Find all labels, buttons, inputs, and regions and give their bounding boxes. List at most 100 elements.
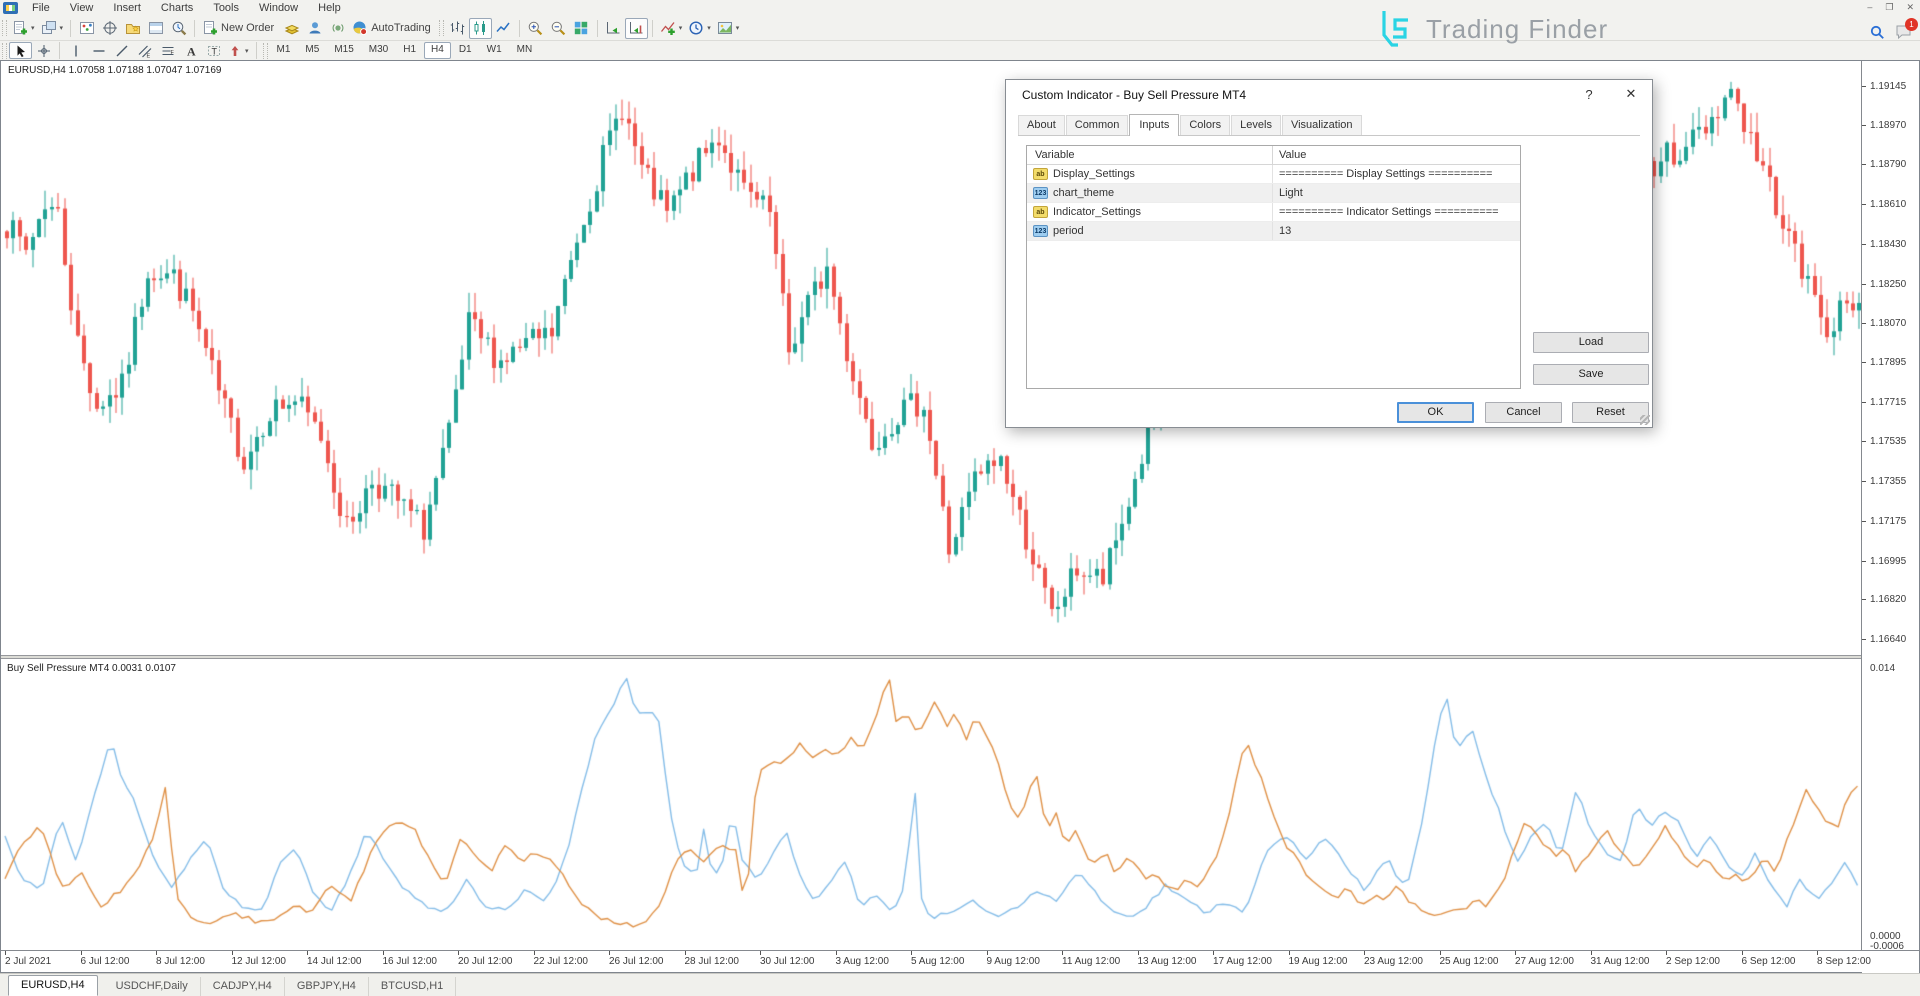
toolbar-grip[interactable] [439,20,444,36]
menu-item-help[interactable]: Help [308,1,351,15]
menu-item-tools[interactable]: Tools [203,1,249,15]
timeframe-button-m15[interactable]: M15 [327,42,360,59]
input-row-indicator-settings[interactable]: abIndicator_Settings========== Indicator… [1027,203,1520,222]
channel-tool-button[interactable]: E [133,42,156,59]
timeframe-button-m30[interactable]: M30 [362,42,395,59]
autotrading-button[interactable]: AutoTrading [349,18,437,39]
numeric-param-icon: 123 [1033,187,1048,199]
search-icon[interactable] [1870,25,1885,40]
menu-item-view[interactable]: View [60,1,104,15]
chart-tab-cadjpy-h4[interactable]: CADJPY,H4 [201,977,285,996]
toolbar-grip[interactable] [2,20,7,36]
save-button[interactable]: Save [1533,364,1649,385]
auto-scroll-button[interactable] [602,18,625,39]
timeframe-button-h1[interactable]: H1 [396,42,423,59]
strategy-tester-button[interactable] [167,18,190,39]
navigator-button[interactable] [121,18,144,39]
load-button[interactable]: Load [1533,332,1649,353]
text-tool-button[interactable]: A [179,42,202,59]
time-tick [1440,951,1441,955]
value-cell[interactable]: ========== Indicator Settings ========== [1273,203,1520,221]
input-row-chart-theme[interactable]: 123chart_themeLight [1027,184,1520,203]
standard-toolbar: ▾ ▾ New Order AutoTrading [0,16,1920,41]
dialog-close-button[interactable]: ✕ [1614,80,1648,108]
dialog-tab-levels[interactable]: Levels [1231,115,1281,135]
chart-tab-btcusd-h1[interactable]: BTCUSD,H1 [369,977,456,996]
periods-button[interactable]: ▾ [685,18,714,39]
chart-tab-gbpjpy-h4[interactable]: GBPJPY,H4 [285,977,369,996]
zoom-out-button[interactable] [547,18,570,39]
terminal-button[interactable] [144,18,167,39]
price-label: 1.18250 [1870,279,1906,290]
input-row-display-settings[interactable]: abDisplay_Settings========== Display Set… [1027,165,1520,184]
horizontal-line-tool-button[interactable] [87,42,110,59]
chat-button[interactable]: 1 [1895,24,1912,40]
time-tick [1062,951,1063,955]
alerts-button[interactable] [326,18,349,39]
fibonacci-tool-button[interactable]: F [156,42,179,59]
indicators-button[interactable]: ▾ [657,18,686,39]
community-button[interactable] [303,18,326,39]
timeframe-button-mn[interactable]: MN [510,42,540,59]
timeframe-button-d1[interactable]: D1 [452,42,479,59]
close-button[interactable]: ✕ [1906,2,1914,13]
timeframe-button-h4[interactable]: H4 [424,42,451,59]
zoom-in-button[interactable] [524,18,547,39]
indicator-canvas[interactable] [1,659,1862,950]
dialog-title-bar[interactable]: Custom Indicator - Buy Sell Pressure MT4… [1006,80,1652,110]
timeframe-button-w1[interactable]: W1 [480,42,509,59]
value-cell[interactable]: ========== Display Settings ========== [1273,165,1520,183]
dialog-tab-about[interactable]: About [1018,115,1065,135]
metaeditor-button[interactable] [280,18,303,39]
ok-button[interactable]: OK [1397,402,1474,423]
resize-grip-icon[interactable] [1640,415,1650,425]
value-cell[interactable]: 13 [1273,222,1520,240]
chart-tab-eurusd-h4[interactable]: EURUSD,H4 [8,975,98,996]
new-chart-button[interactable]: ▾ [9,18,38,39]
dialog-tab-common[interactable]: Common [1066,115,1129,135]
data-window-button[interactable] [98,18,121,39]
value-cell[interactable]: Light [1273,184,1520,202]
dialog-tab-inputs[interactable]: Inputs [1129,114,1179,136]
crosshair-tool-button[interactable] [32,42,55,59]
cancel-button[interactable]: Cancel [1485,402,1562,423]
dialog-tab-colors[interactable]: Colors [1180,115,1230,135]
arrows-tool-button[interactable]: ▾ [225,42,252,59]
dialog-tab-visualization[interactable]: Visualization [1282,115,1362,135]
text-label-tool-button[interactable]: T [202,42,225,59]
time-label: 14 Jul 12:00 [307,956,362,967]
time-axis[interactable]: 2 Jul 20216 Jul 12:008 Jul 12:0012 Jul 1… [1,950,1919,972]
time-tick [307,951,308,955]
restore-button[interactable]: ❐ [1885,2,1893,13]
vertical-line-tool-button[interactable] [64,42,87,59]
menu-item-insert[interactable]: Insert [103,1,151,15]
new-order-button[interactable]: New Order [199,18,280,39]
trendline-tool-button[interactable] [110,42,133,59]
time-label: 30 Jul 12:00 [760,956,815,967]
timeframe-button-m5[interactable]: M5 [298,42,326,59]
toolbar-grip[interactable] [263,43,268,59]
menu-item-file[interactable]: File [22,1,60,15]
reset-button[interactable]: Reset [1572,402,1649,423]
templates-button[interactable]: ▾ [714,18,743,39]
input-row-period[interactable]: 123period13 [1027,222,1520,241]
tile-windows-button[interactable] [570,18,593,39]
cursor-tool-button[interactable] [9,42,32,59]
market-watch-button[interactable] [75,18,98,39]
line-chart-mode-button[interactable] [492,18,515,39]
indicator-pane[interactable]: Buy Sell Pressure MT4 0.0031 0.0107 [1,659,1862,950]
toolbar-grip[interactable] [2,43,7,59]
menu-item-charts[interactable]: Charts [151,1,203,15]
time-tick [1289,951,1290,955]
timeframe-button-m1[interactable]: M1 [270,42,298,59]
candlestick-mode-button[interactable] [469,18,492,39]
time-tick [1213,951,1214,955]
bar-chart-mode-button[interactable] [446,18,469,39]
chart-shift-button[interactable] [625,18,648,39]
chart-tab-usdchf-daily[interactable]: USDCHF,Daily [104,977,201,996]
minimize-button[interactable]: – [1867,2,1872,13]
menu-item-window[interactable]: Window [249,1,308,15]
price-scale[interactable]: 1.191451.189701.187901.186101.184301.182… [1861,61,1919,974]
dialog-help-button[interactable]: ? [1572,80,1606,108]
profiles-button[interactable]: ▾ [38,18,67,39]
